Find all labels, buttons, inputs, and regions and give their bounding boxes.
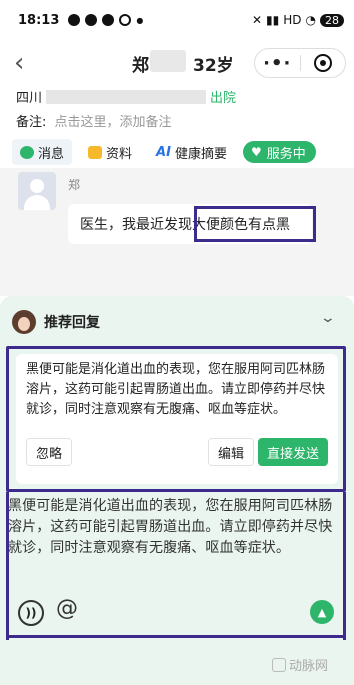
message-input[interactable]: 黑便可能是消化道出血的表现，您在服用阿司匹林肠溶片，这药可能引起胃肠道出血。请立… <box>8 496 336 559</box>
recommend-reply-panel: 推荐回复 ⌄ 黑便可能是消化道出血的表现，您在服用阿司匹林肠溶片，这药可能引起胃… <box>0 296 354 685</box>
note-row[interactable]: 备注: 点击这里，添加备注 <box>16 111 172 130</box>
tab-profile[interactable]: 资料 <box>80 139 140 165</box>
highlight-annotation <box>194 206 316 242</box>
navigation-bar: ‹ 郑 32岁 ·•· <box>0 42 354 84</box>
document-icon <box>88 145 103 159</box>
ai-icon: AI <box>156 144 171 160</box>
wifi-icon: ◔ <box>305 13 316 27</box>
message-notification-icon <box>85 14 98 26</box>
miniprogram-capsule: ·•· <box>254 48 346 78</box>
tab-messages[interactable]: 消息 <box>12 139 73 165</box>
tab-bar: 消息 资料 AI 健康摘要 ♥ 服务中 <box>12 138 316 166</box>
tab-label: 消息 <box>38 146 65 162</box>
service-status-badge: ♥ 服务中 <box>242 141 316 163</box>
send-arrow-icon[interactable]: ▲ <box>310 600 334 624</box>
name-redaction <box>150 50 186 72</box>
back-arrow-icon[interactable]: ‹ <box>14 48 24 78</box>
mute-icon: ✕ <box>251 13 263 27</box>
sender-name: 郑 <box>68 178 81 192</box>
app-notification-icon <box>68 14 81 26</box>
battery-indicator: 28 <box>320 13 344 27</box>
panel-title: 推荐回复 <box>44 315 100 331</box>
watermark-text: 动脉网 <box>289 659 329 674</box>
network-label: HD <box>283 13 302 27</box>
tab-health-summary[interactable]: AI 健康摘要 <box>148 139 235 165</box>
assistant-avatar <box>12 310 36 334</box>
voice-input-icon[interactable]: )) <box>18 600 44 626</box>
heart-icon: ♥ <box>250 145 262 159</box>
signal-icon: ▮▮ <box>266 13 280 27</box>
watermark-logo-icon <box>272 657 286 672</box>
patient-age: 32岁 <box>193 56 234 76</box>
more-dots-icon[interactable]: ·•· <box>255 53 300 74</box>
chevron-down-icon[interactable]: ⌄ <box>320 310 336 326</box>
location-redaction <box>46 89 207 104</box>
more-notifications-icon: ● <box>136 15 144 25</box>
close-miniprogram-icon[interactable] <box>300 54 345 72</box>
mention-icon[interactable]: @ <box>56 596 78 621</box>
note-label: 备注: <box>16 115 47 130</box>
highlight-annotation <box>6 346 346 492</box>
tab-label: 资料 <box>106 146 133 162</box>
location-icon <box>119 14 132 26</box>
status-bar: 18:13 ● ✕ ▮▮ HD ◔ 28 <box>0 0 354 40</box>
chat-area: 郑 医生，我最近发现大便颜色有点黑 <box>0 168 354 296</box>
note-placeholder[interactable]: 点击这里，添加备注 <box>55 115 172 130</box>
watermark: 动脉网 <box>272 655 328 674</box>
status-time: 18:13 <box>18 12 60 28</box>
tab-label: 健康摘要 <box>174 146 227 162</box>
service-status-label: 服务中 <box>266 146 306 162</box>
chat-icon <box>20 145 34 159</box>
patient-location-row: 四川 出院 <box>16 87 236 106</box>
video-notification-icon <box>102 14 115 26</box>
patient-name: 郑 <box>132 56 149 76</box>
discharge-status: 出院 <box>210 91 237 106</box>
location-prefix: 四川 <box>16 91 43 106</box>
avatar[interactable] <box>18 172 56 210</box>
